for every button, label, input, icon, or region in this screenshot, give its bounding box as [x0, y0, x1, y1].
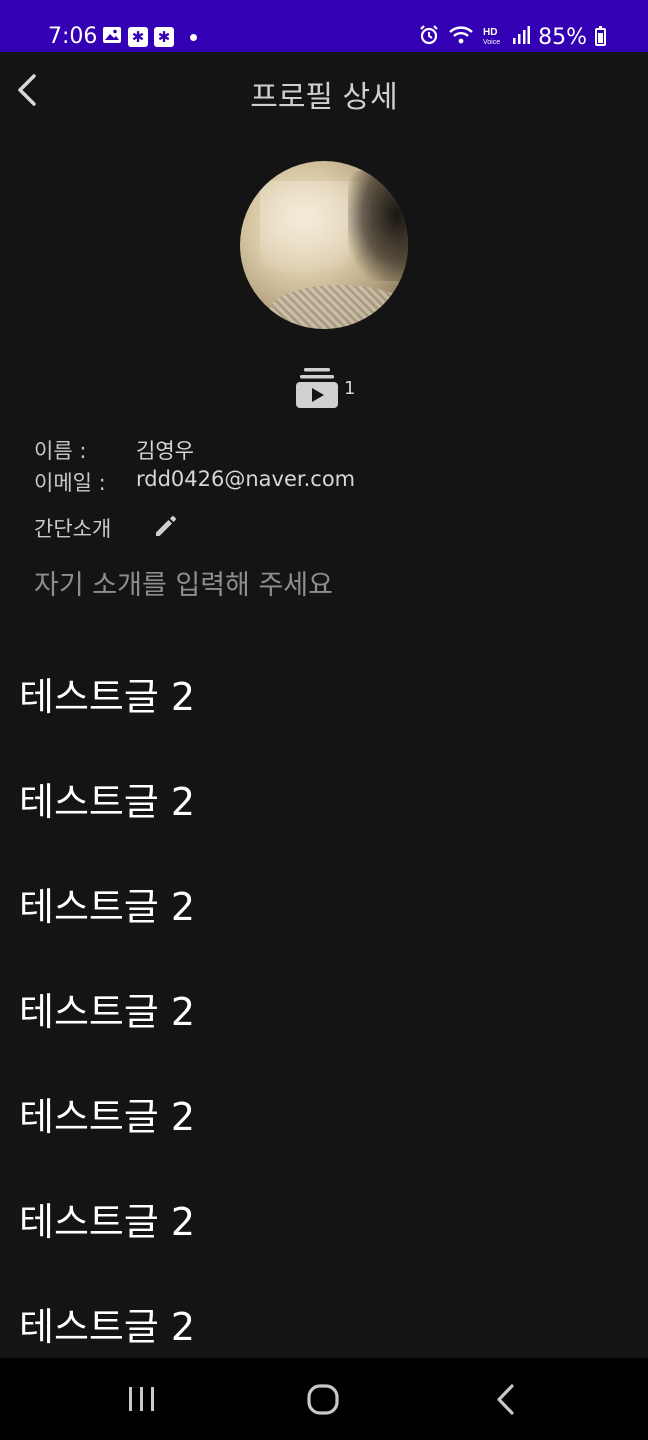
video-count: 1 — [344, 378, 356, 399]
recent-apps-icon — [129, 1387, 154, 1411]
list-item[interactable]: 테스트글 2 — [0, 955, 648, 1060]
email-value: rdd0426@naver.com — [136, 467, 356, 491]
gallery-icon — [102, 25, 122, 49]
notification-icons: ✱ ✱ — [102, 25, 197, 49]
medical-app-icon-2: ✱ — [154, 27, 174, 47]
battery-icon — [595, 26, 606, 46]
intro-label: 간단소개 — [34, 517, 112, 541]
video-library-icon — [296, 368, 338, 408]
post-list: 테스트글 2 테스트글 2 테스트글 2 테스트글 2 테스트글 2 테스트글 … — [0, 640, 648, 1375]
edit-intro-button[interactable] — [152, 512, 180, 540]
hd-voice-icon: HD Voice — [482, 24, 504, 50]
list-item[interactable]: 테스트글 2 — [0, 745, 648, 850]
pencil-icon — [156, 516, 176, 536]
medical-app-icon: ✱ — [128, 27, 148, 47]
post-title: 테스트글 2 — [19, 1095, 196, 1139]
name-value: 김영우 — [136, 439, 194, 463]
post-title: 테스트글 2 — [19, 1305, 196, 1349]
email-label: 이메일 : — [34, 471, 106, 495]
battery-percent: 85% — [538, 24, 587, 50]
list-item[interactable]: 테스트글 2 — [0, 1060, 648, 1165]
post-title: 테스트글 2 — [19, 885, 196, 929]
status-time: 7:06 — [48, 24, 98, 49]
svg-text:HD: HD — [483, 27, 497, 38]
more-notifications-dot-icon — [190, 33, 197, 41]
app-bar: 프로필 상세 — [0, 52, 648, 130]
name-label: 이름 : — [34, 439, 87, 463]
post-title: 테스트글 2 — [19, 990, 196, 1034]
post-title: 테스트글 2 — [19, 780, 196, 824]
wifi-icon — [448, 24, 474, 50]
svg-text:Voice: Voice — [483, 39, 500, 46]
list-item[interactable]: 테스트글 2 — [0, 640, 648, 745]
post-title: 테스트글 2 — [19, 675, 196, 719]
page-title: 프로필 상세 — [250, 80, 398, 115]
back-icon — [497, 1384, 514, 1415]
signal-icon — [512, 25, 531, 49]
post-title: 테스트글 2 — [19, 1200, 196, 1244]
alarm-icon — [418, 24, 440, 50]
home-icon — [307, 1384, 339, 1415]
system-back-button[interactable] — [474, 1380, 534, 1420]
system-nav-bar — [0, 1358, 648, 1440]
status-bar: 7:06 ✱ ✱ HD Voice 85% — [0, 0, 648, 52]
list-item[interactable]: 테스트글 2 — [0, 1165, 648, 1270]
list-item[interactable]: 테스트글 2 — [0, 850, 648, 955]
intro-text[interactable]: 자기 소개를 입력해 주세요 — [34, 563, 333, 602]
recent-apps-button[interactable] — [112, 1380, 172, 1420]
profile-avatar[interactable] — [240, 161, 408, 329]
home-button[interactable] — [293, 1380, 353, 1420]
status-right: HD Voice 85% — [418, 24, 606, 50]
